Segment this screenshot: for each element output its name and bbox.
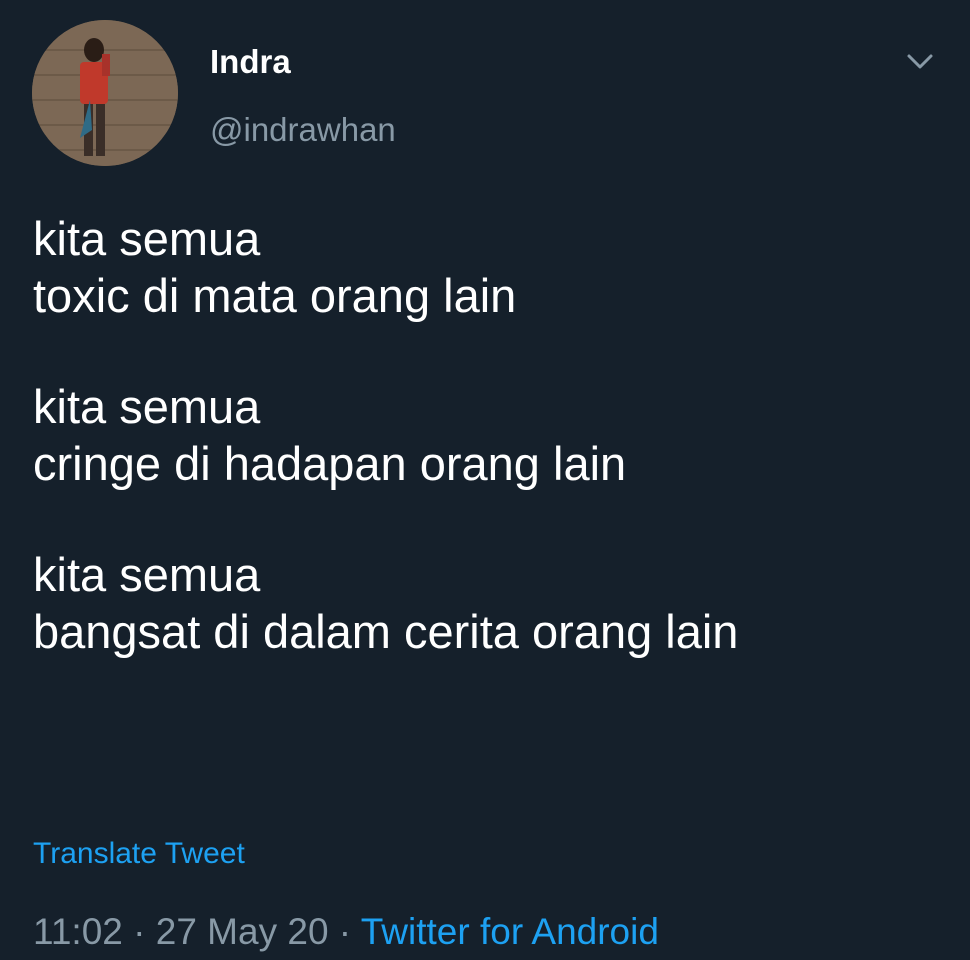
- avatar-image: [32, 20, 178, 166]
- tweet-meta: 11:02 · 27 May 20 · Twitter for Android: [33, 908, 659, 956]
- avatar[interactable]: [32, 20, 178, 166]
- tweet-menu-button[interactable]: [900, 42, 940, 82]
- chevron-down-icon: [907, 54, 933, 69]
- tweet-card: Indra @indrawhan kita semua toxic di mat…: [0, 0, 970, 960]
- tweet-line: kita semua: [33, 212, 261, 265]
- meta-separator: ·: [328, 911, 361, 952]
- tweet-stanza: kita semua bangsat di dalam cerita orang…: [33, 546, 953, 660]
- tweet-stanza: kita semua toxic di mata orang lain: [33, 210, 953, 324]
- display-name[interactable]: Indra: [210, 40, 291, 84]
- tweet-time[interactable]: 11:02: [33, 911, 123, 952]
- meta-separator: ·: [122, 911, 156, 952]
- translate-tweet-link[interactable]: Translate Tweet: [33, 834, 245, 874]
- tweet-line: toxic di mata orang lain: [33, 269, 517, 322]
- tweet-line: kita semua: [33, 380, 261, 433]
- tweet-date[interactable]: 27 May 20: [156, 911, 329, 952]
- tweet-line: bangsat di dalam cerita orang lain: [33, 605, 739, 658]
- user-handle[interactable]: @indrawhan: [210, 108, 396, 152]
- tweet-line: kita semua: [33, 548, 261, 601]
- tweet-source-link[interactable]: Twitter for Android: [361, 911, 659, 952]
- tweet-line: cringe di hadapan orang lain: [33, 437, 627, 490]
- tweet-stanza: kita semua cringe di hadapan orang lain: [33, 378, 953, 492]
- tweet-text: kita semua toxic di mata orang lain kita…: [33, 210, 953, 714]
